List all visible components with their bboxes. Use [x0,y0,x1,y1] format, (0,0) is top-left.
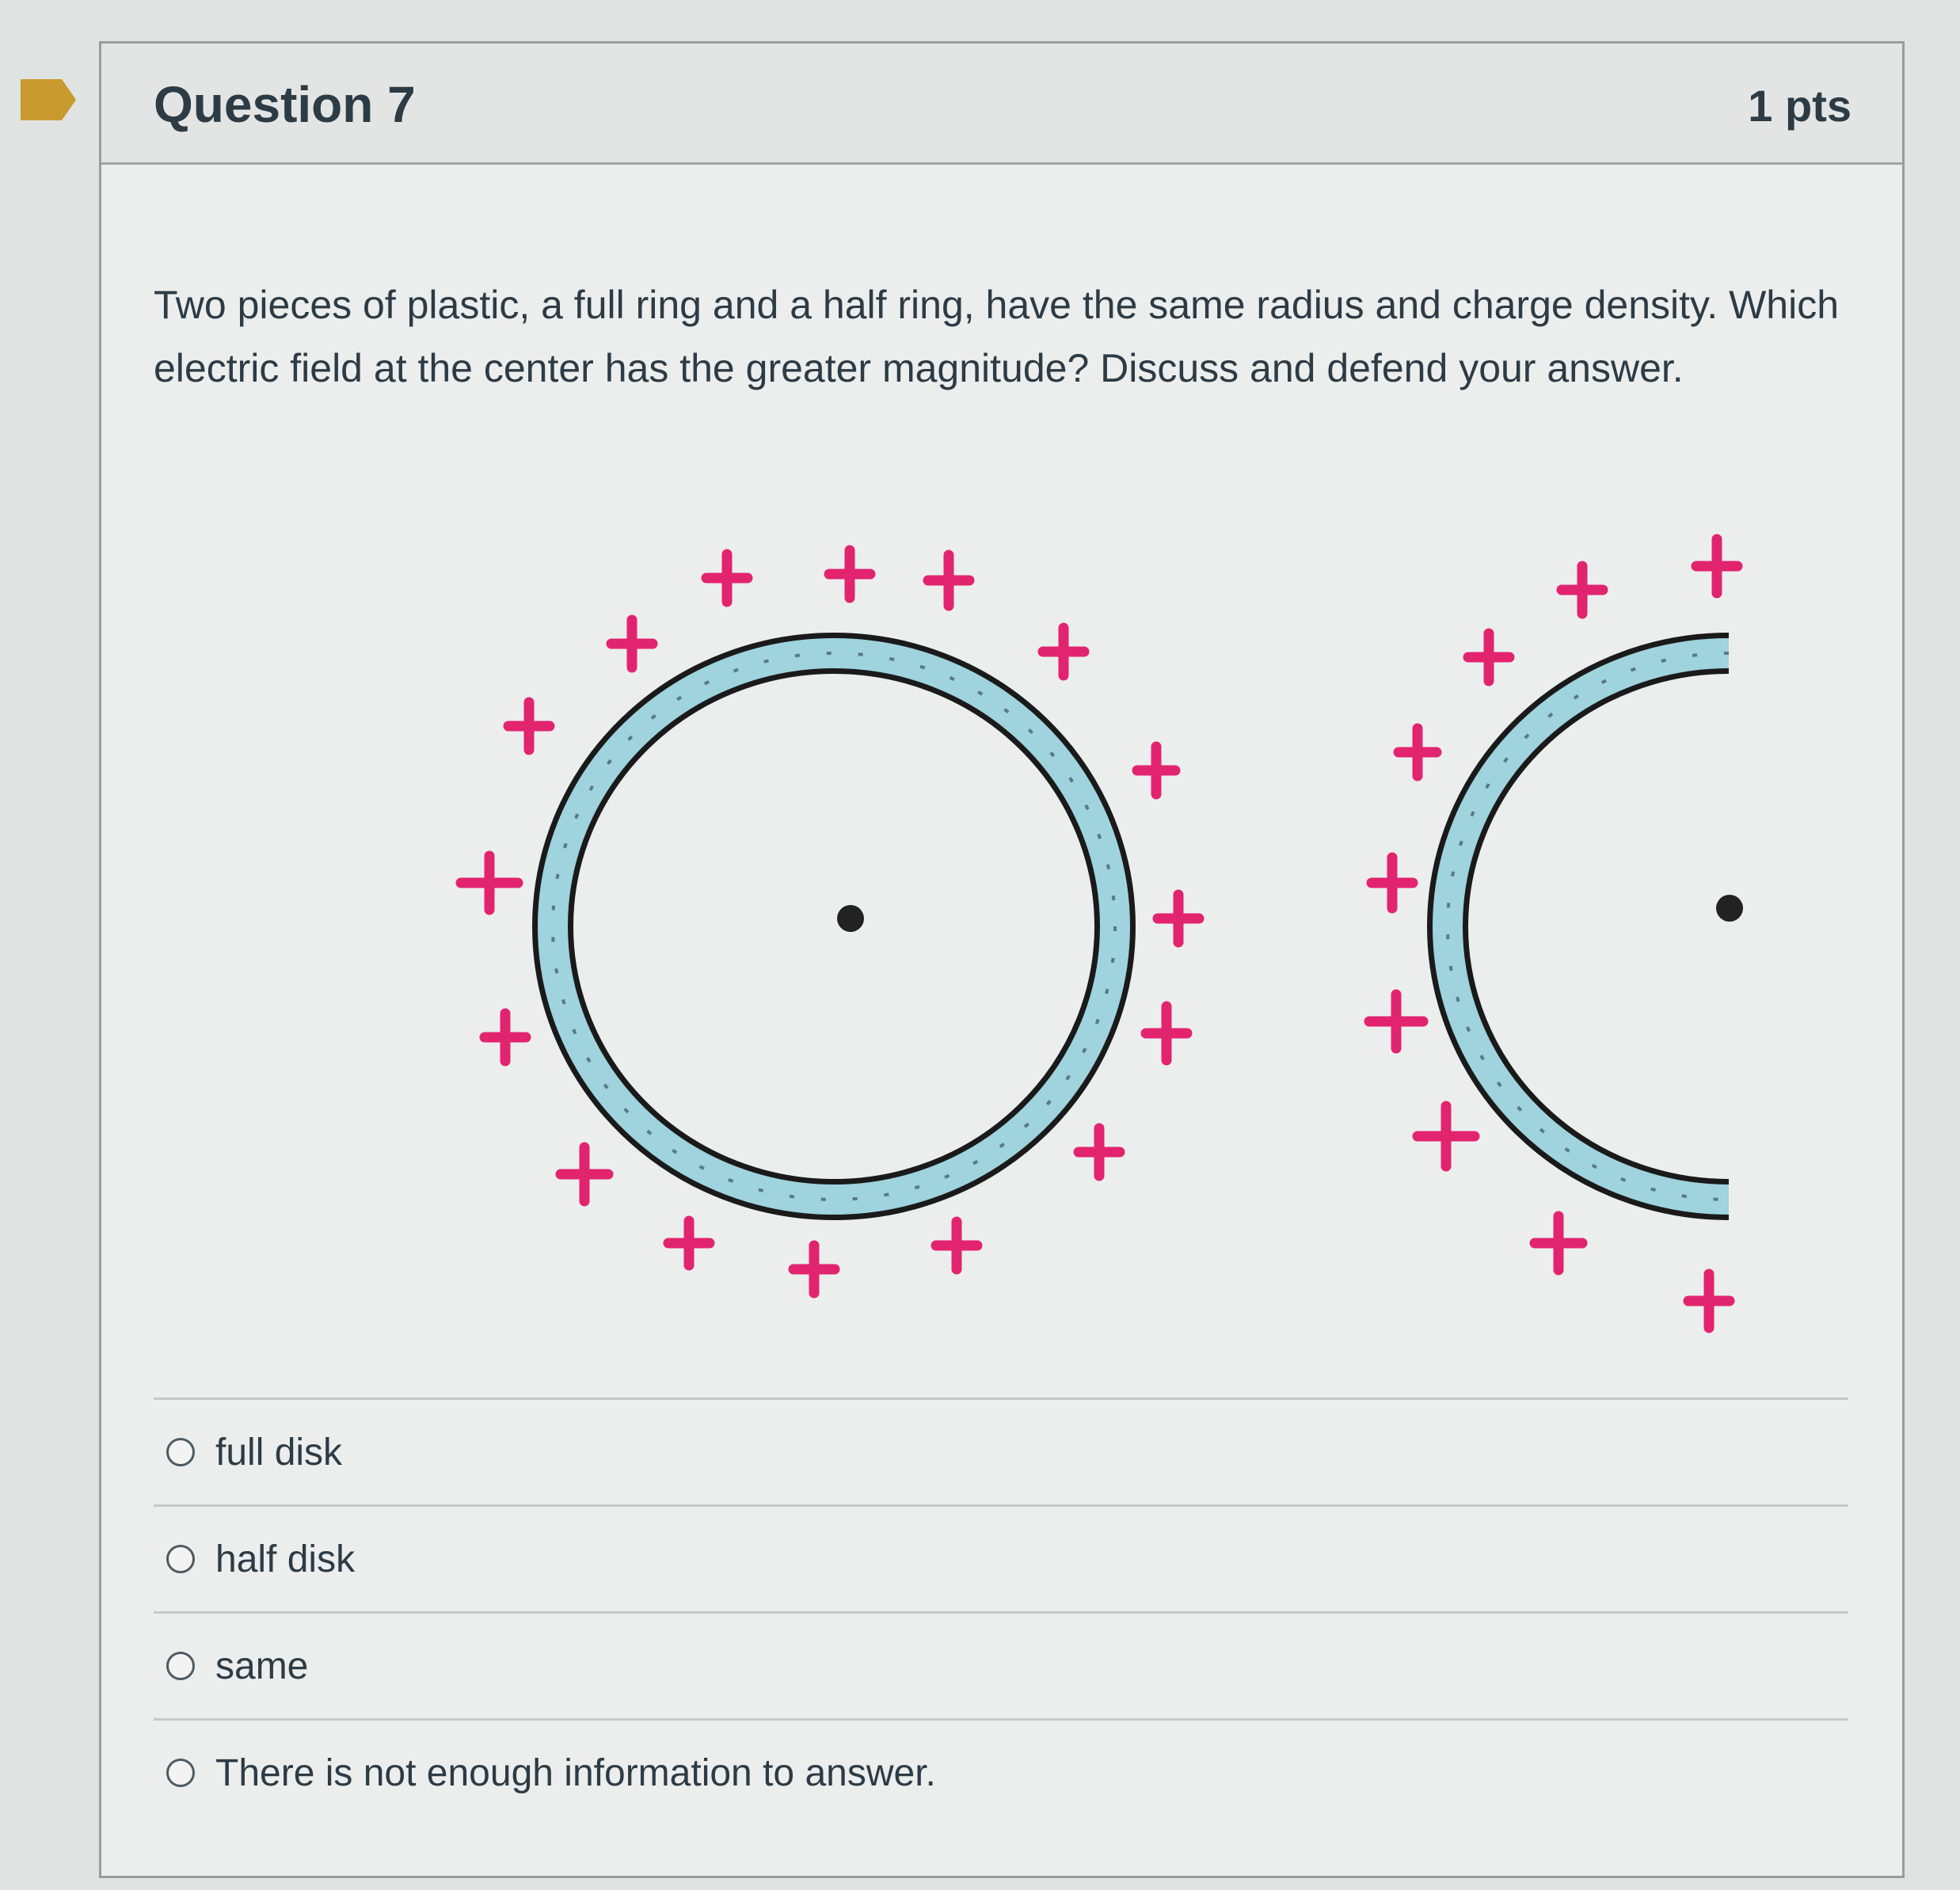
plus-sign [1140,1001,1193,1066]
full-ring [532,633,1136,1220]
answer-label: same [215,1645,309,1687]
plus-sign [1364,989,1429,1054]
question-text: Two pieces of plastic, a full ring and a… [154,283,1840,390]
answer-label: half disk [215,1538,356,1580]
radio-button[interactable] [166,1652,195,1680]
plus-sign [663,1215,715,1271]
plus-sign [1073,1123,1125,1181]
plus-sign [1037,622,1090,681]
answer-label: full disk [215,1431,343,1474]
answer-option-half-disk[interactable]: half disk [154,1504,1848,1611]
plus-sign [1366,852,1418,914]
plus-sign [931,1216,983,1275]
plus-sign [1529,1211,1588,1276]
plus-sign [923,550,975,611]
plus-sign [479,1008,531,1067]
plus-sign [1683,1268,1735,1333]
plus-sign [824,545,876,603]
half-ring [1427,633,1730,1220]
plus-sign [555,1142,614,1207]
ring-charge-figure [455,534,1743,1333]
radio-button[interactable] [166,1438,195,1466]
plus-sign [1691,534,1743,599]
radio-button[interactable] [166,1759,195,1787]
plus-sign [701,549,753,607]
full-ring-center-dot [837,905,864,932]
half-ring-center-dot [1716,895,1743,922]
question-card: Question 7 1 pts Two pieces of plastic, … [99,41,1905,1878]
plus-sign [1556,561,1608,619]
answer-option-full-disk[interactable]: full disk [154,1398,1848,1504]
plus-sign [1393,723,1442,781]
question-points: 1 pts [1748,81,1852,131]
question-title: Question 7 [154,76,416,133]
plus-sign [788,1240,840,1299]
question-header: Question 7 1 pts [101,44,1902,165]
plus-sign [1152,889,1205,948]
answer-option-same[interactable]: same [154,1611,1848,1718]
plus-sign [1463,628,1515,686]
answer-label: There is not enough information to answe… [215,1751,936,1794]
plus-sign [1132,741,1181,800]
bookmark-flag-icon[interactable] [21,79,76,120]
plus-sign [455,850,523,915]
radio-button[interactable] [166,1545,195,1573]
answer-list: full disk half disk same There is not en… [154,1398,1848,1825]
answer-option-not-enough-info[interactable]: There is not enough information to answe… [154,1718,1848,1825]
plus-sign [1412,1101,1480,1172]
plus-sign [606,614,658,673]
plus-sign [503,697,555,755]
